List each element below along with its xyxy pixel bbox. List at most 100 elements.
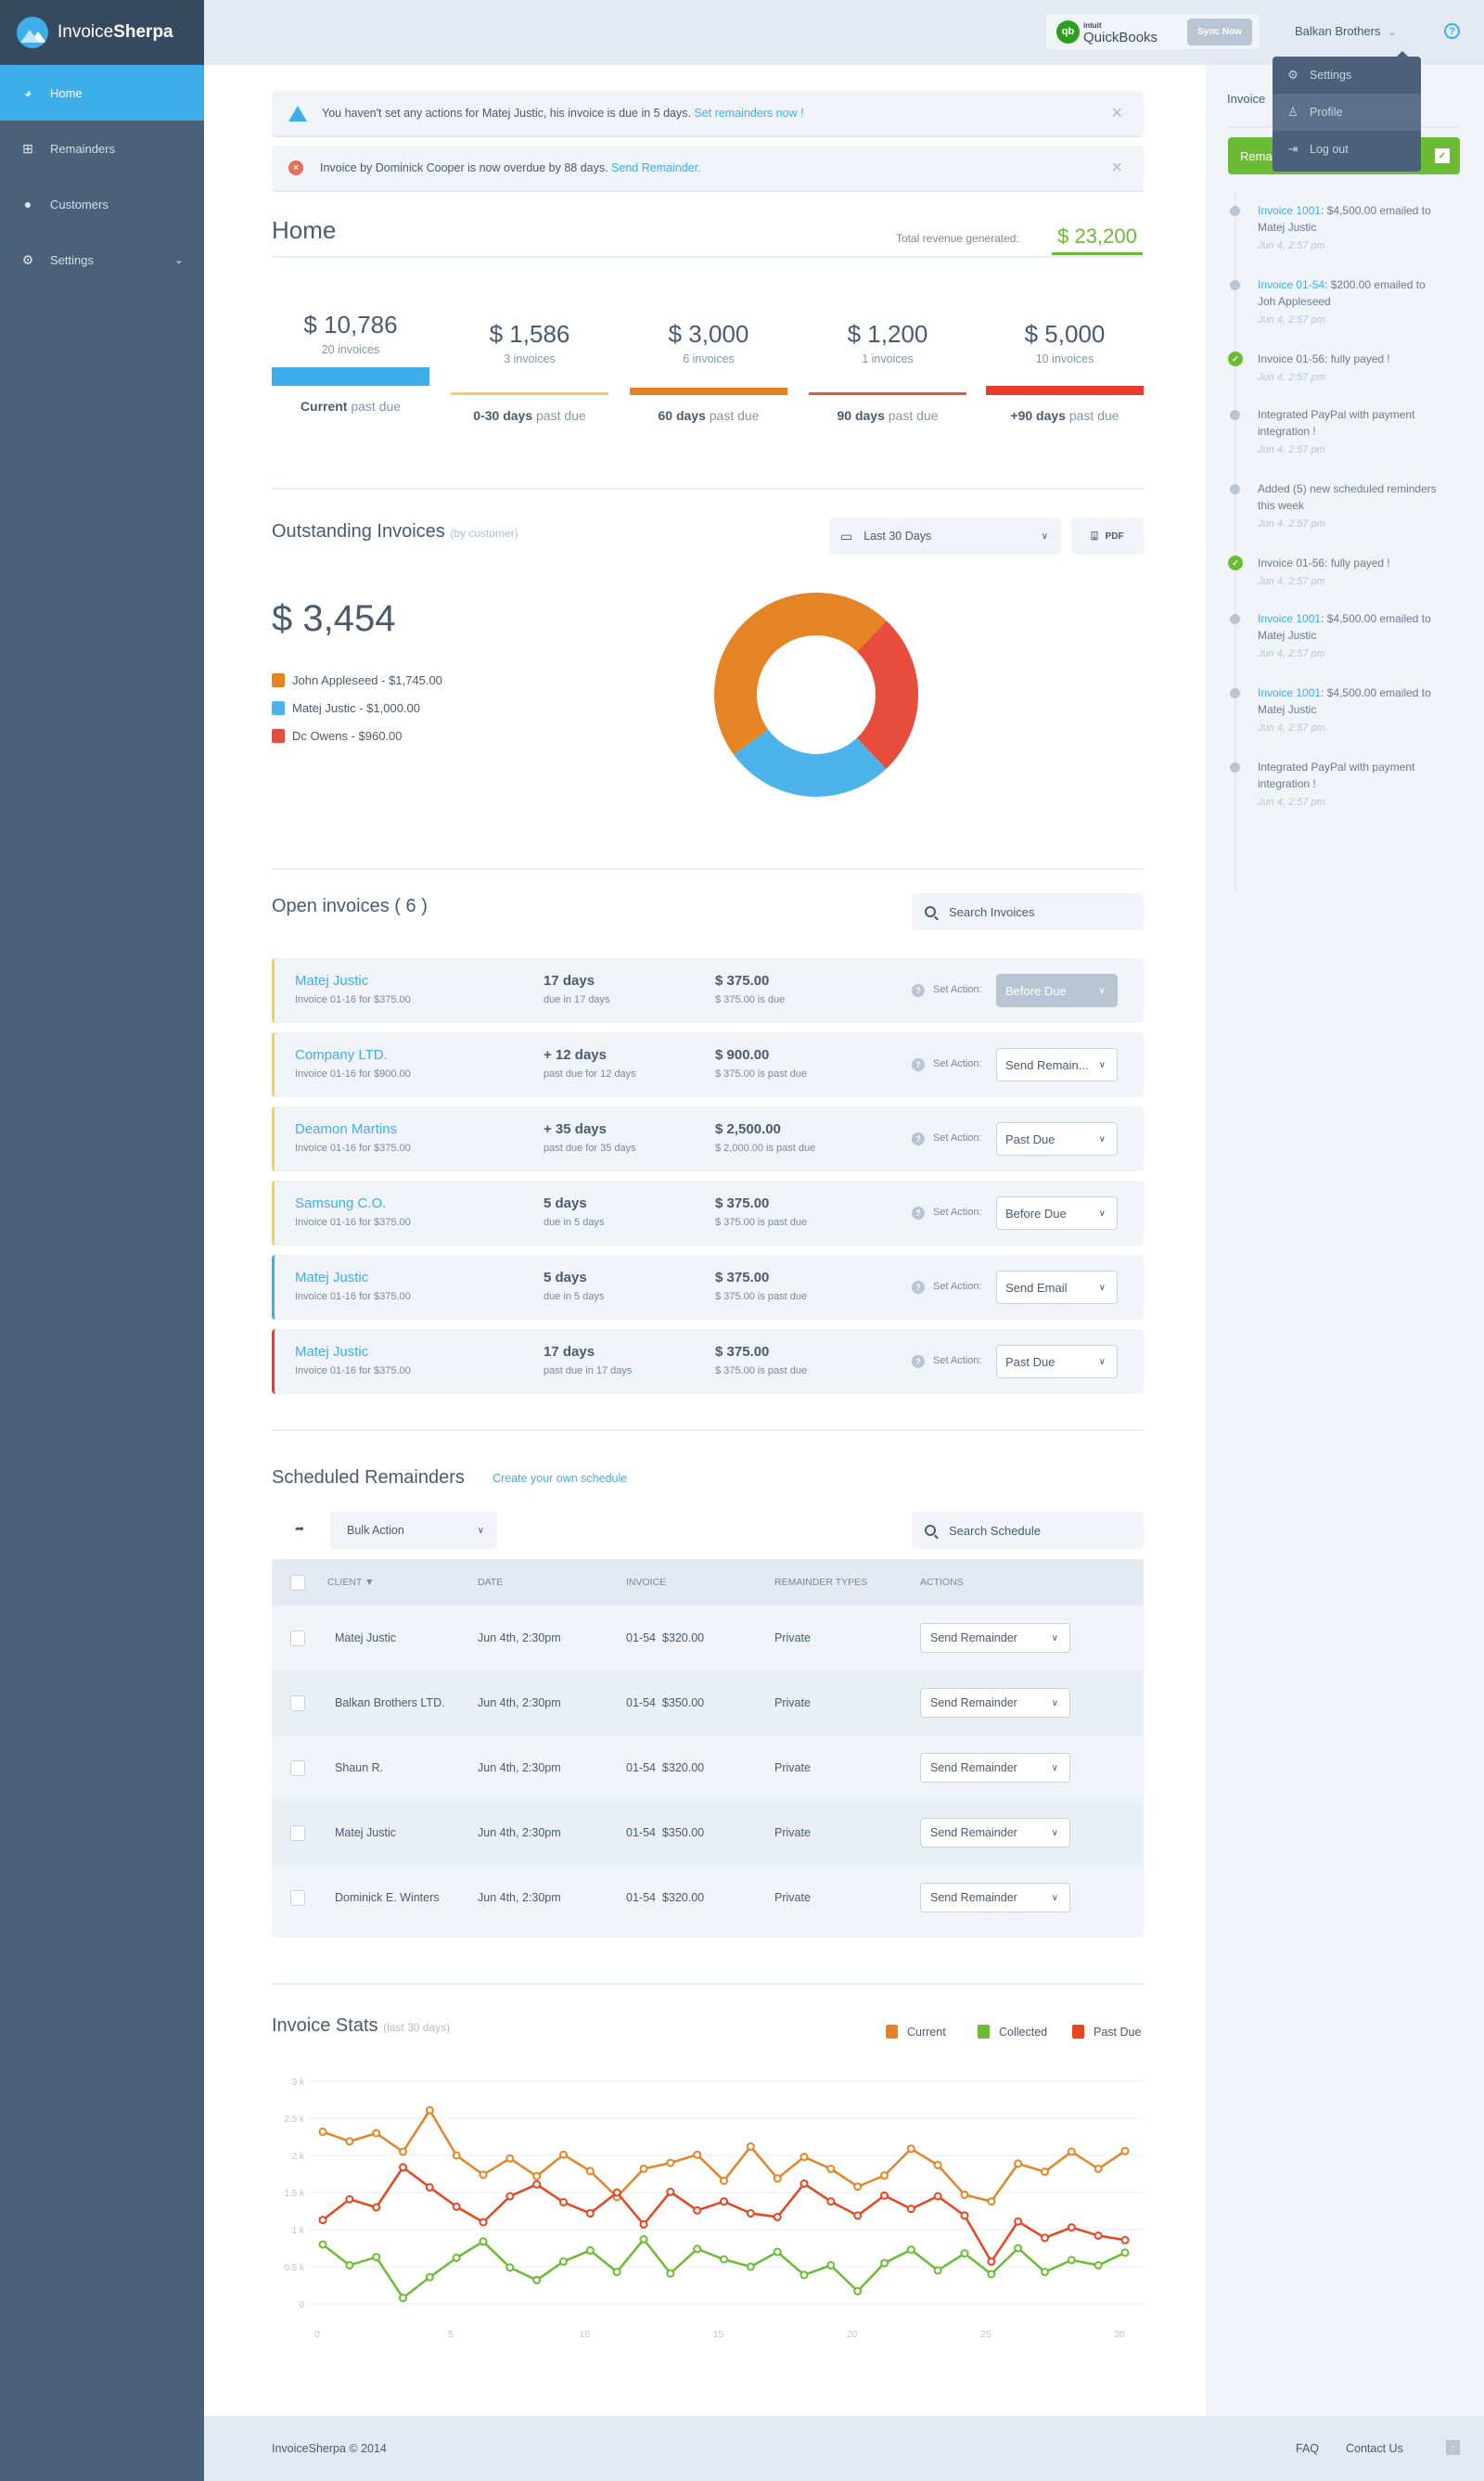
logo[interactable]: InvoiceSherpa [0,0,204,65]
help-icon[interactable]: ? [1444,23,1460,39]
row-action-select[interactable]: Send Remainder ∨ [920,1688,1070,1718]
row-action-select[interactable]: Send Remainder ∨ [920,1753,1070,1783]
legend-swatch [272,673,285,687]
row-action-select[interactable]: Send Remainder ∨ [920,1623,1070,1653]
customer-link[interactable]: Matej Justic [295,1344,368,1360]
close-icon[interactable]: ✕ [1111,104,1123,122]
help-icon[interactable]: ? [912,1281,925,1294]
set-action-label: Set Action: [933,1281,982,1292]
sidebar-item-home[interactable]: ◕ Home [0,65,204,121]
column-client[interactable]: CLIENT ▼ [327,1577,478,1588]
faq-link[interactable]: FAQ [1296,2442,1319,2455]
action-select[interactable]: Before Due ∨ [996,1196,1118,1230]
action-select[interactable]: Send Remain... ∨ [996,1048,1118,1081]
sidebar-item-label: Settings [50,252,94,267]
invoice-days-sub: due in 5 days [544,1217,605,1228]
share-icon[interactable]: ➦ [295,1522,304,1535]
column-invoice: INVOICE [626,1577,667,1588]
stats-title: Invoice Stats (last 30 days) [272,2015,451,2036]
sidebar-item-remainders[interactable]: ⊞ Remainders [0,121,204,176]
create-schedule-link[interactable]: Create your own schedule [493,1472,627,1485]
menu-item-settings[interactable]: ⚙ Settings [1273,57,1421,94]
data-point [399,2147,407,2156]
select-all-checkbox[interactable] [290,1574,305,1591]
select-value: Send Email [1005,1280,1068,1295]
data-point [826,2260,836,2270]
row-checkbox[interactable] [290,1759,305,1776]
bucket-amount: $ 10,786 [303,311,398,339]
check-icon: ✓ [1435,148,1450,163]
row-checkbox[interactable] [290,1630,305,1646]
search-invoices-input[interactable]: Search Invoices [912,893,1144,930]
invoice-days-sub: past due for 12 days [544,1068,636,1080]
sidebar-item-settings[interactable]: ⚙ Settings ⌄ [0,232,204,288]
sidebar-item-customers[interactable]: ● Customers [0,176,204,232]
action-select[interactable]: Past Due ∨ [996,1122,1118,1156]
donut-slice-dc-owens [856,620,918,770]
column-actions: ACTIONS [920,1577,964,1588]
invoice-link[interactable]: Invoice 01-54 [1258,278,1324,291]
gear-icon: ⚙ [21,251,34,267]
aging-bucket: $ 1,586 3 invoices 0-30 days past due [451,320,608,423]
help-icon[interactable]: ? [912,1355,925,1368]
data-point [853,2211,863,2220]
invoice-sub: Invoice 01-16 for $900.00 [295,1068,411,1080]
row-action-select[interactable]: Send Remainder ∨ [920,1818,1070,1848]
send-remainder-link[interactable]: Send Remainder. [611,161,701,174]
bulk-action-select[interactable]: Bulk Action ∨ [330,1512,497,1549]
timeline-text: Integrated PayPal with payment integrati… [1258,408,1415,438]
data-point [1014,2244,1023,2253]
set-remainders-link[interactable]: Set remainders now ! [694,107,803,120]
invoice-amount-sub: $ 375.00 is past due [715,1068,808,1080]
menu-item-logout[interactable]: ⇥ Log out [1273,131,1421,168]
row-action-select[interactable]: Send Remainder ∨ [920,1883,1070,1912]
help-icon[interactable]: ? [912,1132,925,1145]
invoice-days: 5 days [544,1196,587,1211]
action-select[interactable]: Past Due ∨ [996,1345,1118,1378]
invoice-row: Deamon Martins Invoice 01-16 for $375.00… [272,1106,1144,1171]
data-point [425,2182,434,2192]
menu-item-profile[interactable]: ♙ Profile [1273,94,1421,131]
dashboard-icon: ◕ [23,85,32,100]
pdf-export-button[interactable]: ⍗ PDF [1071,518,1144,555]
select-value: Past Due [1005,1354,1055,1369]
chevron-down-icon: ∨ [477,1525,484,1536]
customer-link[interactable]: Matej Justic [295,973,368,989]
data-point [720,2176,728,2185]
customer-link[interactable]: Company LTD. [295,1047,388,1063]
search-schedule-input[interactable]: Search Schedule [912,1512,1144,1549]
invoice-link[interactable]: Invoice 1001 [1258,686,1321,699]
customer-link[interactable]: Deamon Martins [295,1121,397,1137]
contact-link[interactable]: Contact Us [1346,2442,1403,2455]
customer-link[interactable]: Samsung C.O. [295,1196,386,1211]
help-icon[interactable]: ? [912,1058,925,1071]
user-icon: ♙ [1287,105,1298,119]
invoice-link[interactable]: Invoice 1001 [1258,612,1321,625]
action-select[interactable]: Send Email ∨ [996,1271,1118,1304]
customer-link[interactable]: Matej Justic [295,1270,368,1285]
bucket-label: 60 days past due [658,408,760,423]
scroll-top-icon[interactable]: ↑ [1446,2440,1460,2455]
timeline-line [1235,193,1236,890]
y-tick-label: 2.5 k [284,2115,305,2125]
timeline-item: Invoice 1001: $4,500.00 emailed to Matej… [1258,202,1443,254]
scheduled-title: Scheduled Remainders [272,1467,465,1488]
data-point [452,2202,461,2211]
data-point [1094,2164,1103,2173]
row-checkbox[interactable] [290,1889,305,1906]
row-checkbox[interactable] [290,1694,305,1711]
invoice-link[interactable]: Invoice 1001 [1258,204,1321,217]
sync-now-button[interactable]: Sync Now [1187,19,1252,45]
date-range-select[interactable]: ▭ Last 30 Days ∨ [829,518,1061,555]
quickbooks-label: intuit QuickBooks [1083,21,1158,45]
action-select[interactable]: Before Due ∨ [996,974,1118,1007]
invoice-sub: Invoice 01-16 for $375.00 [295,1217,411,1228]
chevron-down-icon: ⌄ [1388,27,1397,38]
user-menu-toggle[interactable]: Balkan Brothers ⌄ [1295,24,1397,38]
help-icon[interactable]: ? [912,984,925,997]
chart-legend-item: Past Due [1072,2025,1141,2039]
row-checkbox[interactable] [290,1824,305,1841]
close-icon[interactable]: ✕ [1111,159,1123,177]
help-icon[interactable]: ? [912,1207,925,1220]
date-cell: Jun 4th, 2:30pm [478,1891,561,1904]
